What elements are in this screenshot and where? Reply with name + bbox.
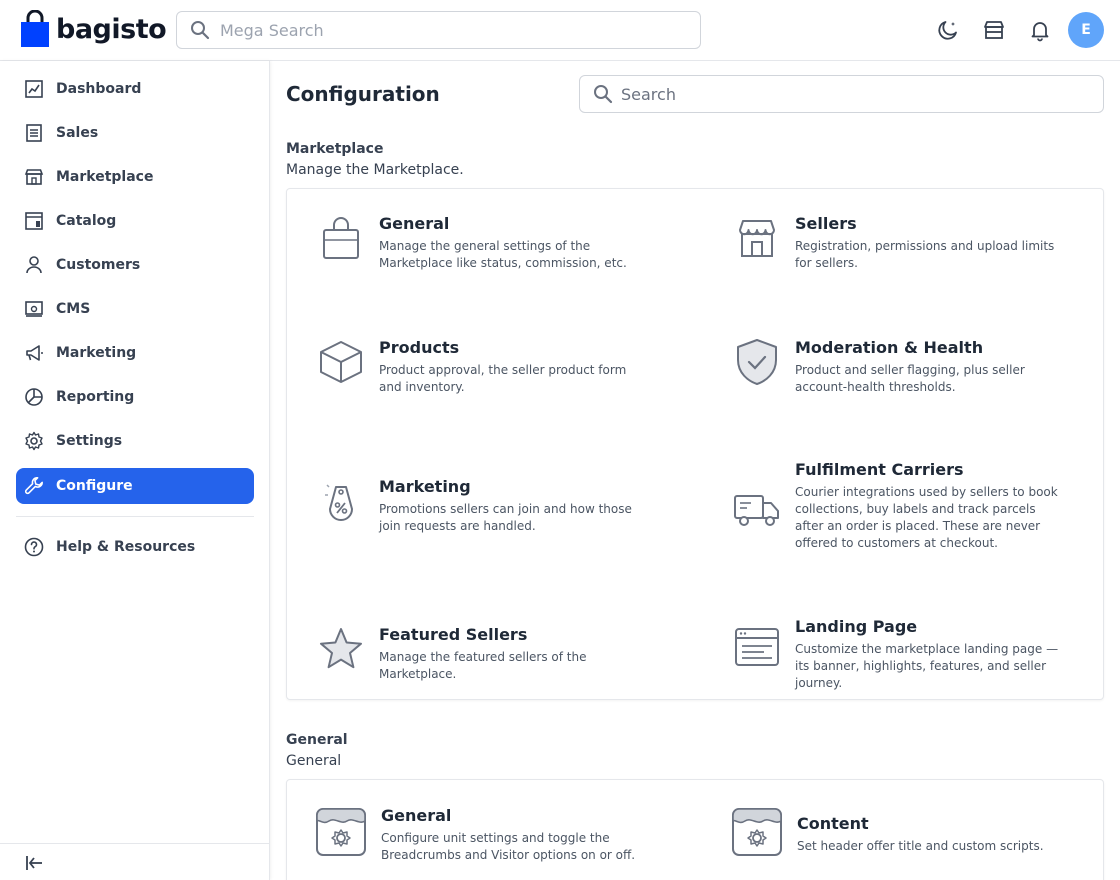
config-card-general[interactable]: General Manage the general settings of t… xyxy=(317,214,649,272)
shield-check-icon xyxy=(733,338,781,386)
configure-icon xyxy=(24,476,44,496)
sidebar-divider xyxy=(16,516,254,517)
section-title: General xyxy=(286,732,348,748)
card-description: Product approval, the seller product for… xyxy=(379,363,627,394)
card-title: Products xyxy=(379,338,460,357)
sidebar-item-reporting[interactable]: Reporting xyxy=(16,379,254,415)
sidebar-item-label: Customers xyxy=(56,257,141,273)
dark-mode-icon[interactable] xyxy=(936,18,960,42)
avatar[interactable]: E xyxy=(1068,12,1104,48)
config-card-marketing[interactable]: Marketing Promotions sellers can join an… xyxy=(317,477,649,535)
card-description: Configure unit settings and toggle the B… xyxy=(381,831,636,862)
sidebar-item-catalog[interactable]: Catalog xyxy=(16,203,254,239)
card-description: Promotions sellers can join and how thos… xyxy=(379,502,632,533)
marketplace-panel: General Manage the general settings of t… xyxy=(286,188,1104,700)
configuration-search[interactable] xyxy=(579,75,1104,113)
sales-icon xyxy=(24,123,44,143)
sidebar-item-settings[interactable]: Settings xyxy=(16,423,254,459)
sidebar-item-label: Configure xyxy=(56,478,133,494)
sidebar-item-marketplace[interactable]: Marketplace xyxy=(16,159,254,195)
dashboard-icon xyxy=(24,79,44,99)
storefront-icon xyxy=(733,214,781,262)
card-title: Sellers xyxy=(795,214,857,233)
sidebar-item-customers[interactable]: Customers xyxy=(16,247,254,283)
shopping-bag-icon xyxy=(317,214,365,262)
sidebar-item-label: CMS xyxy=(56,301,91,317)
mega-search-input[interactable] xyxy=(220,20,680,40)
sidebar-item-label: Sales xyxy=(56,125,99,141)
logo-text: bagisto xyxy=(56,13,167,45)
card-description: Product and seller flagging, plus seller… xyxy=(795,363,1025,394)
config-card-featured-sellers[interactable]: Featured Sellers Manage the featured sel… xyxy=(317,625,649,683)
sidebar-item-label: Settings xyxy=(56,433,123,449)
config-card-moderation-health[interactable]: Moderation & Health Product and seller f… xyxy=(733,338,1065,396)
card-description: Customize the marketplace landing page —… xyxy=(795,642,1059,690)
bell-icon[interactable] xyxy=(1028,18,1052,42)
browser-window-icon xyxy=(733,623,781,671)
sidebar-item-label: Marketplace xyxy=(56,169,154,185)
card-title: Landing Page xyxy=(795,617,918,636)
card-title: General xyxy=(379,214,450,233)
section-title: Marketplace xyxy=(286,141,384,157)
sidebar-item-help[interactable]: Help & Resources xyxy=(16,529,254,565)
sidebar-item-sales[interactable]: Sales xyxy=(16,115,254,151)
card-title: Marketing xyxy=(379,477,471,496)
card-description: Courier integrations used by sellers to … xyxy=(795,485,1058,550)
settings-store-icon xyxy=(315,806,367,858)
config-card-sellers[interactable]: Sellers Registration, permissions and up… xyxy=(733,214,1065,272)
logo-bag-icon xyxy=(21,10,49,47)
cms-icon xyxy=(24,299,44,319)
sidebar-footer-divider xyxy=(0,843,269,844)
page-title: Configuration xyxy=(286,82,440,106)
sidebar-item-label: Dashboard xyxy=(56,81,142,97)
sidebar-item-label: Help & Resources xyxy=(56,539,196,555)
top-header: bagisto E xyxy=(0,0,1120,61)
sidebar-item-label: Reporting xyxy=(56,389,135,405)
main-content: Configuration Marketplace Manage the Mar… xyxy=(271,61,1120,880)
search-icon xyxy=(190,20,210,40)
logo[interactable]: bagisto xyxy=(20,10,167,48)
customers-icon xyxy=(24,255,44,275)
catalog-icon xyxy=(24,211,44,231)
sidebar-item-marketing[interactable]: Marketing xyxy=(16,335,254,371)
help-icon xyxy=(24,537,44,557)
card-title: General xyxy=(381,806,452,825)
box-icon xyxy=(317,338,365,386)
search-icon xyxy=(593,84,613,104)
sidebar-item-configure[interactable]: Configure xyxy=(16,468,254,504)
sidebar-item-cms[interactable]: CMS xyxy=(16,291,254,327)
card-title: Moderation & Health xyxy=(795,338,984,357)
collapse-sidebar-icon[interactable] xyxy=(22,851,46,875)
config-card-products[interactable]: Products Product approval, the seller pr… xyxy=(317,338,649,396)
marketplace-icon xyxy=(24,167,44,187)
general-panel: General Configure unit settings and togg… xyxy=(286,779,1104,880)
card-title: Featured Sellers xyxy=(379,625,528,644)
sidebar: Dashboard Sales Marketplace Catalog Cust… xyxy=(0,61,270,880)
config-card-landing-page[interactable]: Landing Page Customize the marketplace l… xyxy=(733,617,1065,692)
settings-store-icon xyxy=(731,806,783,858)
marketing-icon xyxy=(24,343,44,363)
sidebar-item-label: Catalog xyxy=(56,213,117,229)
configuration-search-input[interactable] xyxy=(621,84,1091,104)
card-description: Manage the featured sellers of the Marke… xyxy=(379,650,587,681)
config-card-fulfilment-carriers[interactable]: Fulfilment Carriers Courier integrations… xyxy=(733,460,1065,552)
delivery-truck-icon xyxy=(733,486,781,534)
card-description: Set header offer title and custom script… xyxy=(797,839,1044,853)
section-description: General xyxy=(286,753,342,769)
mega-search[interactable] xyxy=(176,11,701,49)
card-title: Content xyxy=(797,814,869,833)
section-description: Manage the Marketplace. xyxy=(286,162,464,178)
star-icon xyxy=(317,625,365,673)
card-description: Manage the general settings of the Marke… xyxy=(379,239,627,270)
settings-icon xyxy=(24,431,44,451)
config-card-general-settings[interactable]: General Configure unit settings and togg… xyxy=(315,806,651,864)
card-description: Registration, permissions and upload lim… xyxy=(795,239,1055,270)
sidebar-item-label: Marketing xyxy=(56,345,137,361)
store-icon[interactable] xyxy=(982,18,1006,42)
card-title: Fulfilment Carriers xyxy=(795,460,964,479)
discount-tag-icon xyxy=(317,477,365,525)
config-card-content[interactable]: Content Set header offer title and custo… xyxy=(731,806,1067,858)
sidebar-item-dashboard[interactable]: Dashboard xyxy=(16,71,254,107)
reporting-icon xyxy=(24,387,44,407)
